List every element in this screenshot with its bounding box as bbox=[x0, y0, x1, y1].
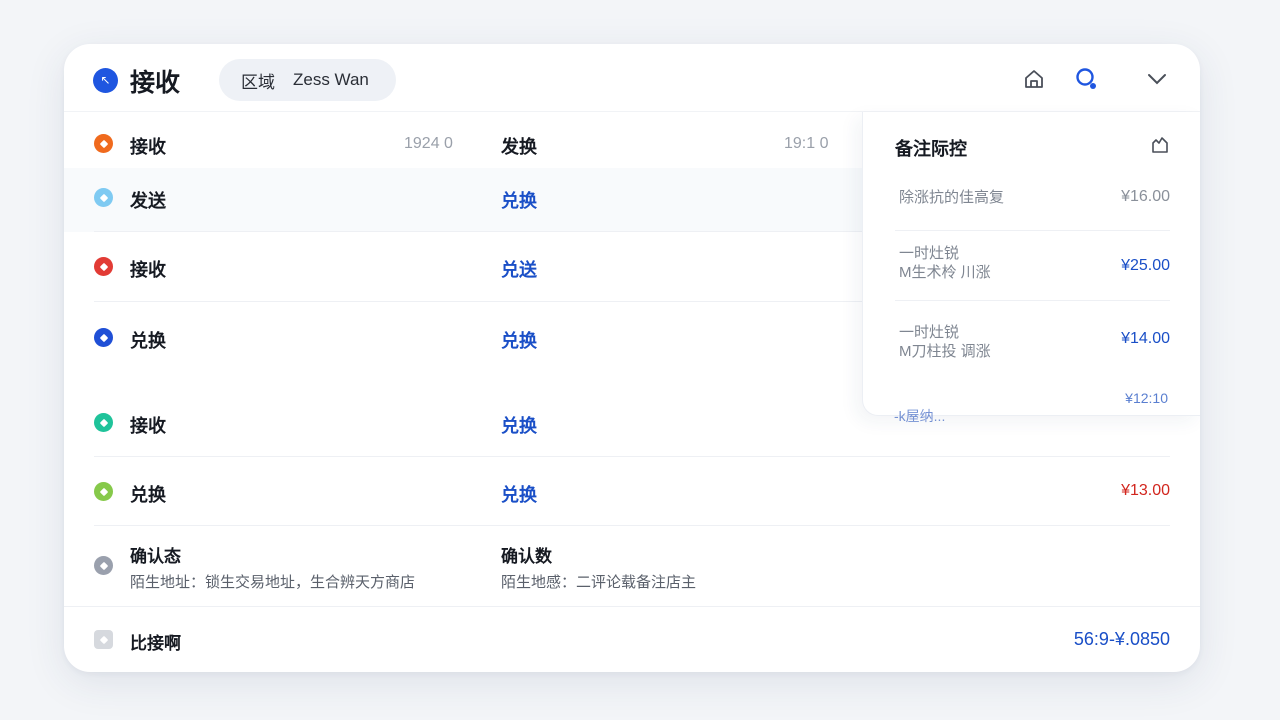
footer-total: 56:9-¥.0850 bbox=[1073, 629, 1170, 649]
panel-item-price: ¥14.00 bbox=[1121, 330, 1170, 347]
item-label: 接收 bbox=[130, 137, 166, 157]
status-dot bbox=[94, 134, 113, 153]
item-label: 接收 bbox=[130, 260, 166, 280]
confirm-address: 陌生地址：锁生交易地址，生合辨天方商店 bbox=[130, 574, 416, 591]
confirm-mid-address: 陌生地感：二评论载备注店主 bbox=[501, 574, 697, 591]
footer-label: 比接啊 bbox=[130, 634, 181, 653]
confirm-row[interactable]: 确认态 陌生地址：锁生交易地址，生合辨天方商店 确认数 陌生地感：二评论载备注店… bbox=[64, 526, 1200, 606]
app-logo-icon: ↖ bbox=[93, 68, 118, 93]
panel-item-price: ¥25.00 bbox=[1121, 257, 1170, 274]
status-dot bbox=[94, 188, 113, 207]
page-title: 接收 bbox=[130, 69, 181, 97]
status-dot bbox=[94, 328, 113, 347]
item-label: 兑换 bbox=[130, 485, 166, 505]
chevron-down-icon[interactable] bbox=[1144, 66, 1170, 92]
main-card: ↖ 接收 区域 Zess Wan 接收 1924 0 发换 19:1 0 发送 … bbox=[64, 44, 1200, 672]
panel-overflow-price: ¥12:10 bbox=[1125, 390, 1168, 406]
item-label: 发送 bbox=[130, 191, 166, 211]
user-search-icon[interactable] bbox=[1073, 66, 1099, 92]
item-label: 兑换 bbox=[130, 331, 166, 351]
item-action-link[interactable]: 兑换 bbox=[501, 187, 537, 213]
item-action-link[interactable]: 兑换 bbox=[501, 412, 537, 438]
home-icon[interactable] bbox=[1021, 66, 1047, 92]
notes-panel: 备注际控 除涨抗的佳高复 ¥16.00 一时灶锐 M生术柃 川涨 ¥25.00 … bbox=[862, 112, 1200, 416]
item-price: ¥13.00 bbox=[1121, 482, 1170, 499]
panel-title: 备注际控 bbox=[895, 139, 967, 159]
item-action-link[interactable]: 兑送 bbox=[501, 256, 537, 282]
user-name: Zess Wan bbox=[293, 70, 369, 89]
footer-icon bbox=[94, 630, 113, 649]
user-chip[interactable]: 区域 Zess Wan bbox=[219, 59, 396, 101]
item-label: 接收 bbox=[130, 416, 166, 436]
header: ↖ 接收 区域 Zess Wan bbox=[64, 44, 1200, 112]
bookmark-icon[interactable] bbox=[1147, 132, 1173, 158]
panel-item-price: ¥16.00 bbox=[1121, 188, 1170, 205]
item-time: 1924 0 bbox=[404, 135, 453, 152]
panel-item-text: 除涨抗的佳高复 bbox=[899, 189, 1005, 206]
item-action: 发换 bbox=[501, 137, 537, 157]
footer: 比接啊 56:9-¥.0850 bbox=[64, 606, 1200, 672]
status-dot bbox=[94, 257, 113, 276]
item-action-link[interactable]: 兑换 bbox=[501, 327, 537, 353]
panel-item-subtext: M生术柃 川涨 bbox=[899, 264, 991, 281]
confirm-mid-label: 确认数 bbox=[501, 547, 552, 566]
confirm-label: 确认态 bbox=[130, 547, 181, 566]
panel-overflow-text: -k屋纳... bbox=[894, 408, 946, 424]
panel-item-text: 一时灶锐 bbox=[899, 245, 960, 262]
list-item[interactable]: 兑换 兑换 ¥13.00 bbox=[64, 457, 1200, 526]
status-dot bbox=[94, 482, 113, 501]
panel-item-subtext: M刀柱投 调涨 bbox=[899, 343, 991, 360]
panel-item-text: 一时灶锐 bbox=[899, 324, 960, 341]
item-time-right: 19:1 0 bbox=[784, 135, 829, 152]
item-action-link[interactable]: 兑换 bbox=[501, 481, 537, 507]
status-dot bbox=[94, 413, 113, 432]
status-dot bbox=[94, 556, 113, 575]
user-chip-label: 区域 bbox=[241, 72, 275, 92]
